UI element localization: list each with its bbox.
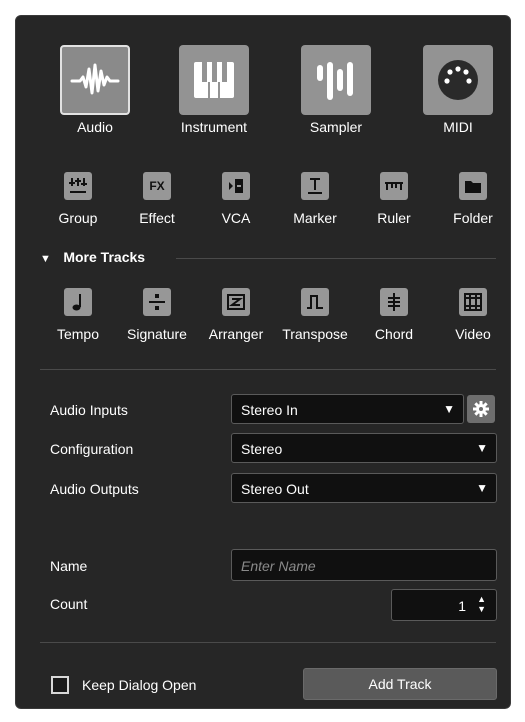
track-type-label: Audio [77, 119, 113, 135]
keep-dialog-open-label: Keep Dialog Open [82, 677, 197, 693]
dropdown-arrow-icon: ▼ [476, 441, 488, 455]
track-ruler-button[interactable]: Ruler [354, 172, 434, 242]
configuration-select[interactable]: Stereo ▼ [231, 433, 497, 463]
sampler-bars-icon [301, 45, 371, 115]
audio-inputs-label: Audio Inputs [50, 402, 128, 418]
track-type-instrument-button[interactable]: Instrument [159, 16, 269, 136]
configuration-label: Configuration [50, 441, 134, 457]
gear-icon [473, 401, 489, 417]
track-folder-button[interactable]: Folder [433, 172, 513, 242]
track-vca-button[interactable]: VCA [196, 172, 276, 242]
more-tracks-title: More Tracks [63, 249, 146, 265]
midi-connector-icon [423, 45, 493, 115]
chord-icon [380, 288, 408, 316]
track-type-midi-button[interactable]: MIDI [403, 16, 513, 136]
divider [40, 369, 496, 370]
stepper-arrows-icon[interactable]: ▲ ▼ [477, 594, 486, 614]
add-track-dialog: Audio Instrument Sampler MIDI Group FX E… [15, 15, 511, 709]
transpose-icon [301, 288, 329, 316]
track-type-label: Instrument [180, 119, 248, 135]
dropdown-arrow-icon: ▼ [443, 402, 455, 416]
name-label: Name [50, 558, 88, 574]
track-type-audio-button[interactable]: Audio [40, 16, 150, 136]
audio-outputs-label: Audio Outputs [50, 481, 139, 497]
track-type-sampler-button[interactable]: Sampler [281, 16, 391, 136]
signature-divide-icon [143, 288, 171, 316]
track-signature-button[interactable]: Signature [117, 288, 197, 358]
track-type-label: Sampler [309, 119, 363, 135]
audio-inputs-settings-button[interactable] [467, 395, 495, 423]
group-icon [64, 172, 92, 200]
divider [40, 642, 496, 643]
folder-icon [459, 172, 487, 200]
divider [176, 258, 496, 259]
track-transpose-button[interactable]: Transpose [275, 288, 355, 358]
track-group-button[interactable]: Group [38, 172, 118, 242]
audio-inputs-select[interactable]: Stereo In ▼ [231, 394, 464, 424]
keep-dialog-open-checkbox[interactable] [51, 676, 69, 694]
track-tempo-button[interactable]: Tempo [38, 288, 118, 358]
marker-icon [301, 172, 329, 200]
count-label: Count [50, 596, 88, 612]
fx-icon: FX [143, 172, 171, 200]
dropdown-arrow-icon: ▼ [476, 481, 488, 495]
more-tracks-toggle[interactable]: ▼ More Tracks [40, 249, 145, 267]
tempo-note-icon [64, 288, 92, 316]
add-track-button[interactable]: Add Track [303, 668, 497, 700]
track-marker-button[interactable]: Marker [275, 172, 355, 242]
track-chord-button[interactable]: Chord [354, 288, 434, 358]
name-field[interactable]: Enter Name [231, 549, 497, 581]
track-effect-button[interactable]: FX Effect [117, 172, 197, 242]
count-stepper[interactable]: 1 ▲ ▼ [391, 589, 497, 621]
track-label: Video [455, 326, 491, 342]
piano-keys-icon [179, 45, 249, 115]
arranger-icon [222, 288, 250, 316]
audio-waveform-icon [60, 45, 130, 115]
vca-icon [222, 172, 250, 200]
track-arranger-button[interactable]: Arranger [196, 288, 276, 358]
video-film-icon [459, 288, 487, 316]
track-video-button[interactable]: Video [433, 288, 513, 358]
track-type-label: MIDI [443, 119, 473, 135]
track-label: Folder [453, 210, 493, 226]
ruler-icon [380, 172, 408, 200]
triangle-down-icon: ▼ [40, 253, 51, 265]
audio-outputs-select[interactable]: Stereo Out ▼ [231, 473, 497, 503]
